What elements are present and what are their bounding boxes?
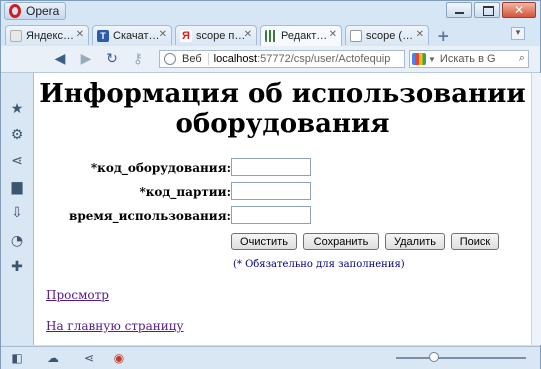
maximize-button[interactable] [474,2,500,18]
turbo-icon[interactable]: ◉ [111,350,127,366]
form-row-batch-code: *код_партии: [34,182,531,204]
search-button[interactable]: Поиск [451,233,499,250]
title-bar: Opera ✕ [1,1,540,22]
save-button[interactable]: Сохранить [303,233,379,250]
tab-yandex[interactable]: Яндекс… ✕ [5,25,89,45]
equipment-code-label: *код_оборудования: [90,161,231,175]
tab-bar: Яндекс… ✕ T Скачат… ✕ Я scope п… ✕ Редак… [1,22,540,47]
tab-menu-icon[interactable]: ▾ [511,27,525,40]
address-path: :57772/csp/user/Actofequip [257,53,391,65]
tab-close-icon[interactable]: ✕ [244,29,252,40]
home-link[interactable]: На главную страницу [46,319,184,333]
delete-button[interactable]: Удалить [385,233,445,250]
usage-time-input[interactable] [231,206,311,224]
close-icon: ✕ [514,3,525,17]
required-note: (* Обязательно для заполнения) [233,259,405,270]
chevron-down-icon[interactable]: ▼ [428,55,436,64]
yandex-y-favicon-icon: Я [180,29,192,42]
navigation-bar: ◀ ▶ ↻ ⚷ Веб localhost :57772/csp/user/Ac… [1,46,540,73]
minimize-icon [455,12,464,14]
opera-menu-button[interactable]: Opera [4,2,66,20]
reload-icon[interactable]: ↻ [103,50,121,68]
browser-window: Opera ✕ Яндекс… ✕ T Скачат… ✕ Я scope п…… [0,0,541,369]
tab-label: Редакт… [281,30,328,42]
tab-label: scope п… [196,29,246,42]
yandex-favicon-icon [10,29,22,42]
opera-logo-icon [9,4,21,18]
status-bar: ◧ ☁ ⋖ ◉ [1,346,540,369]
back-icon[interactable]: ◀ [51,50,69,68]
tab-label: Яндекс… [26,29,74,42]
tab-close-icon[interactable]: ✕ [416,29,424,40]
zoom-slider-thumb[interactable] [429,352,439,362]
downloads-icon[interactable]: ⇩ [9,205,25,221]
add-panel-icon[interactable]: ✚ [9,259,25,275]
search-field[interactable]: ▼ Искать в G ⌕ [409,50,529,68]
equipment-code-input[interactable] [231,158,311,176]
t-favicon-icon: T [97,29,109,42]
tab-editor-active[interactable]: Редакт… ✕ [260,25,342,46]
app-label: Opera [26,4,60,18]
page-content: Информация об использовании оборудования… [34,73,531,345]
grid-favicon-icon [265,30,277,42]
address-host: localhost [213,53,258,65]
usage-time-label: время_использования: [68,209,231,223]
tab-scope[interactable]: scope (… ✕ [345,25,429,45]
key-icon[interactable]: ⚷ [129,50,147,68]
tab-close-icon[interactable]: ✕ [329,29,337,40]
form-row-usage-time: время_использования: [34,206,531,228]
minimize-button[interactable] [446,2,472,18]
google-icon [412,53,426,65]
search-placeholder: Искать в G [439,53,496,65]
page-favicon-icon [350,29,362,42]
address-web-label: Веб [182,53,209,65]
history-clock-icon[interactable]: ◔ [9,233,25,249]
forward-icon[interactable]: ▶ [77,50,95,68]
notes-icon[interactable]: ▆ [9,179,25,195]
bookmarks-star-icon[interactable]: ★ [9,101,25,117]
sidebar-panel: ★ ⚙ ⋖ ▆ ⇩ ◔ ✚ [1,73,34,345]
tab-scope-search[interactable]: Я scope п… ✕ [175,25,257,45]
tab-label: scope (… [366,29,414,42]
clear-button[interactable]: Очистить [231,233,297,250]
unite-icon[interactable]: ⋖ [81,350,97,366]
page-title: Информация об использовании оборудования [39,79,526,139]
cloud-icon[interactable]: ☁ [45,350,61,366]
form-row-equipment-code: *код_оборудования: [34,158,531,180]
search-icon[interactable]: ⌕ [519,52,525,65]
tab-close-icon[interactable]: ✕ [76,29,84,40]
globe-icon [164,53,176,65]
tab-download[interactable]: T Скачат… ✕ [92,25,172,45]
maximize-icon [483,6,494,16]
zoom-slider[interactable] [396,357,526,359]
gear-icon[interactable]: ⚙ [9,127,25,143]
address-bar[interactable]: Веб localhost :57772/csp/user/Actofequip [159,50,405,68]
panel-toggle-icon[interactable]: ◧ [9,350,25,366]
tab-label: Скачат… [113,29,160,42]
tab-close-icon[interactable]: ✕ [159,29,167,40]
share-icon[interactable]: ⋖ [9,153,25,169]
view-link[interactable]: Просмотр [46,288,109,302]
new-tab-plus-icon[interactable]: + [437,27,450,45]
batch-code-input[interactable] [231,182,311,200]
vertical-scrollbar[interactable] [531,73,541,345]
batch-code-label: *код_партии: [139,185,231,199]
close-button[interactable]: ✕ [502,2,536,18]
